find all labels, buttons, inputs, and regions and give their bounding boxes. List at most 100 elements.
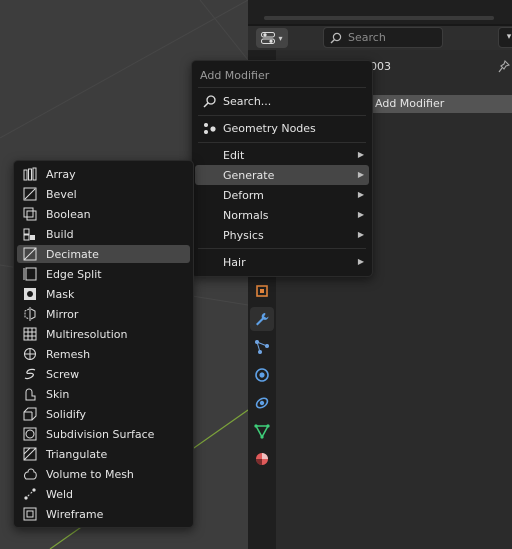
particles-properties-icon (255, 340, 269, 354)
generate-submenu: Array Bevel Boolean Build Decimate Edge … (13, 160, 194, 528)
top-area-strip (248, 0, 512, 26)
object-properties-icon (256, 285, 268, 297)
properties-header: ▾ Search ▾ (248, 26, 512, 50)
submenu-arrow-icon: ▶ (357, 150, 364, 159)
pin-button[interactable] (498, 59, 511, 77)
menu-item-skin[interactable]: Skin (17, 385, 190, 403)
remesh-icon (24, 348, 36, 360)
menu-item-bevel[interactable]: Bevel (17, 185, 190, 203)
menu-item-subdivision-surface[interactable]: Subdivision Surface (17, 425, 190, 443)
menu-item-multiresolution[interactable]: Multiresolution (17, 325, 190, 343)
menu-item-edge-split[interactable]: Edge Split (17, 265, 190, 283)
wireframe-icon (23, 507, 37, 521)
menu-item-label: Edit (223, 148, 245, 162)
menu-item-label: Edge Split (46, 267, 102, 281)
search-icon (203, 95, 216, 108)
screw-icon (24, 368, 36, 380)
weld-icon (24, 488, 36, 500)
menu-item-hair[interactable]: Hair ▶ (195, 252, 369, 272)
menu-item-label: Mask (46, 287, 75, 301)
chevron-down-icon: ▾ (506, 32, 512, 42)
horizontal-scrollbar[interactable] (264, 16, 494, 20)
decimate-icon (23, 247, 37, 261)
menu-item-mask[interactable]: Mask (17, 285, 190, 303)
submenu-arrow-icon: ▶ (357, 170, 364, 179)
menu-item-label: Multiresolution (46, 327, 128, 341)
menu-item-search[interactable]: Search... (195, 91, 369, 111)
menu-item-label: Triangulate (46, 447, 108, 461)
menu-item-label: Wireframe (46, 507, 104, 521)
menu-item-volume-to-mesh[interactable]: Volume to Mesh (17, 465, 190, 483)
menu-item-generate[interactable]: Generate ▶ (195, 165, 369, 185)
menu-item-label: Mirror (46, 307, 79, 321)
menu-item-label: Boolean (46, 207, 91, 221)
menu-item-edit[interactable]: Edit ▶ (195, 145, 369, 165)
material-properties-icon (256, 453, 268, 465)
physics-properties-icon (255, 368, 269, 382)
volume-to-mesh-icon (24, 468, 37, 480)
constraints-properties-tab[interactable] (250, 391, 274, 415)
search-icon (330, 32, 342, 43)
menu-item-array[interactable]: Array (17, 165, 190, 183)
boolean-icon (23, 207, 37, 221)
menu-item-label: Bevel (46, 187, 77, 201)
menu-item-geometry-nodes[interactable]: Geometry Nodes (195, 118, 369, 138)
menu-item-label: Decimate (46, 247, 99, 261)
mask-icon (24, 288, 36, 300)
menu-item-boolean[interactable]: Boolean (17, 205, 190, 223)
menu-item-build[interactable]: Build (17, 225, 190, 243)
menu-item-label: Volume to Mesh (46, 467, 134, 481)
menu-item-deform[interactable]: Deform ▶ (195, 185, 369, 205)
menu-title: Add Modifier (200, 69, 270, 82)
properties-search-input[interactable]: Search (323, 27, 443, 48)
editor-type-button[interactable]: ▾ (256, 28, 288, 48)
menu-item-solidify[interactable]: Solidify (17, 405, 190, 423)
menu-item-wireframe[interactable]: Wireframe (17, 505, 190, 523)
material-properties-tab[interactable] (250, 447, 274, 471)
mirror-icon (24, 307, 36, 321)
menu-item-normals[interactable]: Normals ▶ (195, 205, 369, 225)
menu-item-label: Build (46, 227, 74, 241)
menu-item-triangulate[interactable]: Triangulate (17, 445, 190, 463)
subdivision-surface-icon (23, 427, 37, 441)
object-data-properties-tab[interactable] (250, 419, 274, 443)
add-modifier-button[interactable]: Add Modifier (370, 95, 512, 113)
menu-item-label: Array (46, 167, 76, 181)
menu-separator (198, 142, 366, 143)
particles-properties-tab[interactable] (250, 335, 274, 359)
add-modifier-menu: Add Modifier Search... Geometry Nodes Ed… (191, 60, 373, 277)
menu-item-label: Normals (223, 208, 269, 222)
menu-item-remesh[interactable]: Remesh (17, 345, 190, 363)
constraints-properties-icon (255, 397, 269, 409)
menu-item-physics[interactable]: Physics ▶ (195, 225, 369, 245)
options-dropdown[interactable]: ▾ (498, 27, 512, 48)
modifier-properties-tab[interactable] (250, 307, 274, 331)
menu-item-label: Physics (223, 228, 264, 242)
menu-item-label: Subdivision Surface (46, 427, 155, 441)
skin-icon (25, 388, 36, 401)
menu-separator (198, 87, 366, 88)
edge-split-icon (23, 267, 37, 281)
menu-item-label: Screw (46, 367, 80, 381)
menu-separator (198, 115, 366, 116)
object-properties-tab[interactable] (250, 279, 274, 303)
menu-item-weld[interactable]: Weld (17, 485, 190, 503)
menu-item-label: Geometry Nodes (223, 121, 316, 135)
menu-item-label: Solidify (46, 407, 87, 421)
pin-icon (498, 59, 511, 73)
submenu-arrow-icon: ▶ (357, 210, 364, 219)
build-icon (23, 228, 35, 241)
bevel-icon (23, 187, 37, 201)
multiresolution-icon (23, 327, 37, 341)
menu-item-label: Search... (223, 94, 272, 108)
submenu-arrow-icon: ▶ (357, 257, 364, 266)
menu-item-label: Generate (223, 168, 275, 182)
menu-item-decimate[interactable]: Decimate (17, 245, 190, 263)
physics-properties-tab[interactable] (250, 363, 274, 387)
menu-item-mirror[interactable]: Mirror (17, 305, 190, 323)
modifier-properties-icon (256, 313, 269, 326)
menu-item-label: Skin (46, 387, 70, 401)
chevron-down-icon: ▾ (278, 33, 283, 43)
triangulate-icon (23, 447, 37, 461)
menu-item-screw[interactable]: Screw (17, 365, 190, 383)
